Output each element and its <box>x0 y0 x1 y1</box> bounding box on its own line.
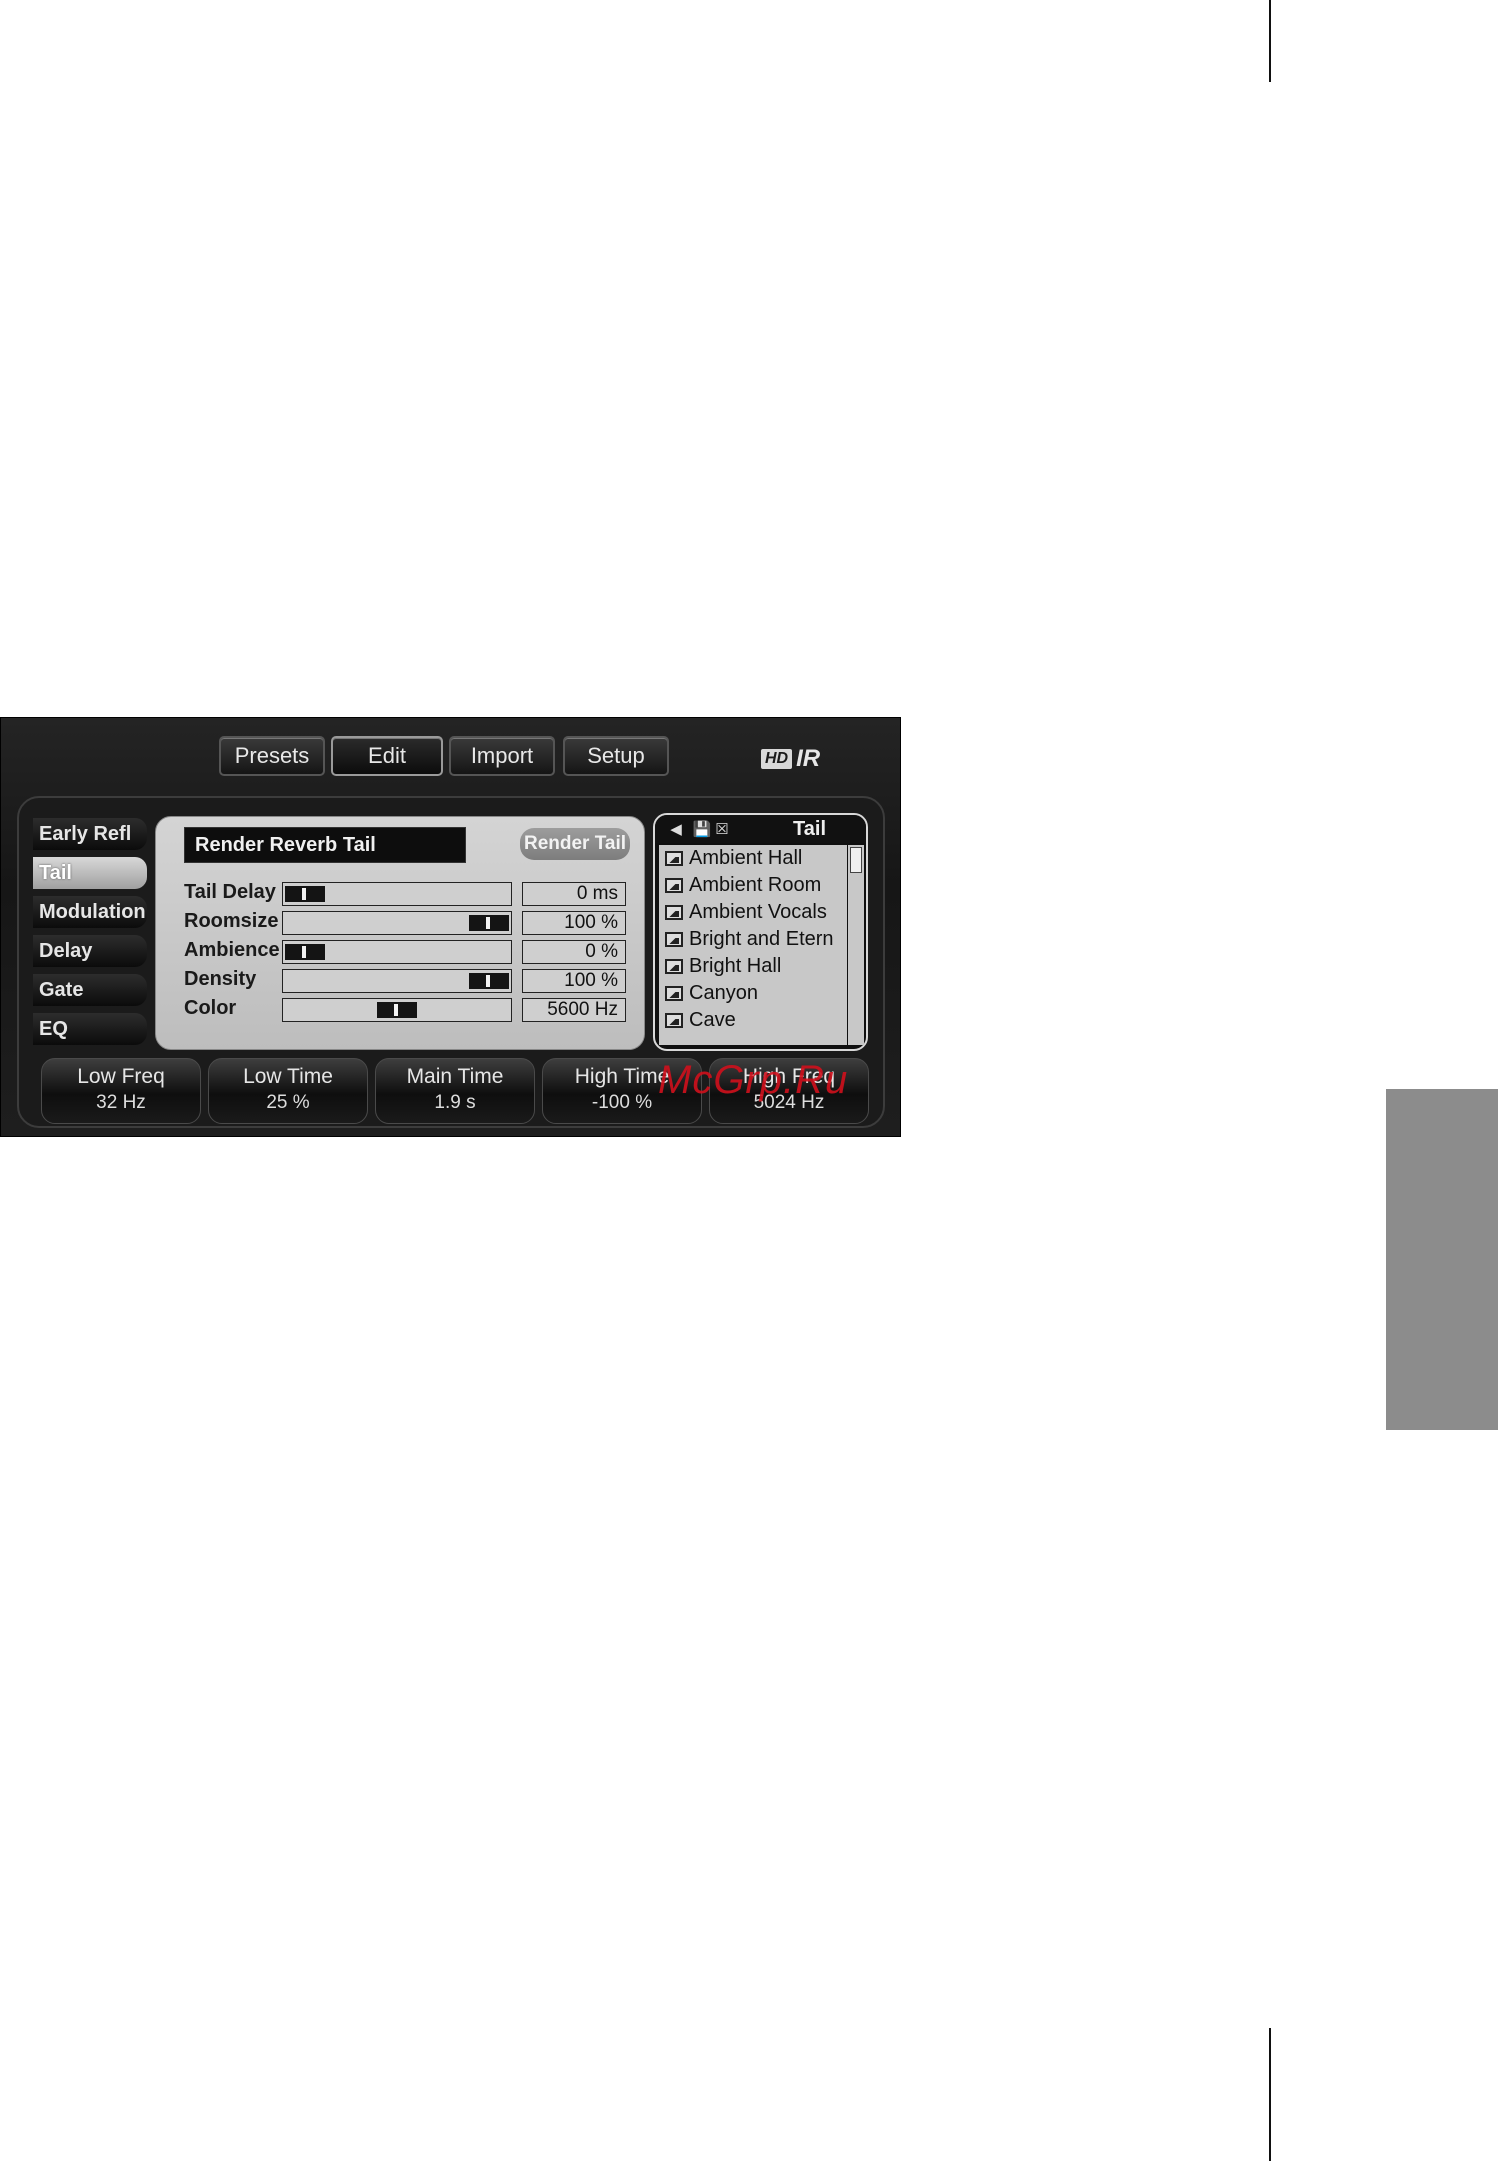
tail-parameters-panel: Render Reverb Tail Render Tail Tail Dela… <box>155 816 645 1050</box>
list-item[interactable]: Cave <box>659 1007 847 1034</box>
slider-handle[interactable] <box>469 973 509 989</box>
sidebar-item-eq[interactable]: EQ <box>33 1013 147 1045</box>
knob-label: Main Time <box>406 1065 504 1088</box>
preset-file-icon <box>665 1013 683 1028</box>
sidebar-item-delay[interactable]: Delay <box>33 935 147 967</box>
list-item[interactable]: Bright Hall <box>659 953 847 980</box>
slider-handle[interactable] <box>285 944 325 960</box>
logo-ir: IR <box>796 745 821 772</box>
scrollbar-thumb[interactable] <box>850 847 862 873</box>
preset-browser: ◀ 💾 ☒ Tail Ambient Hall Ambient Room Amb… <box>653 813 868 1051</box>
edit-button[interactable]: Edit <box>331 736 443 776</box>
sidebar-item-modulation[interactable]: Modulation <box>33 896 147 928</box>
watermark-text: McGrp.Ru <box>658 1058 849 1102</box>
knob-low-freq[interactable]: Low Freq 32 Hz <box>41 1058 201 1124</box>
page-thumb-tab <box>1386 1089 1498 1430</box>
value-density[interactable]: 100 % <box>522 969 626 993</box>
preset-file-icon <box>665 959 683 974</box>
preset-file-icon <box>665 986 683 1001</box>
sidebar-item-tail[interactable]: Tail <box>33 857 147 889</box>
back-icon[interactable]: ◀ <box>667 820 685 838</box>
preset-scrollbar[interactable] <box>848 845 864 1045</box>
knob-value: 25 % <box>266 1092 310 1113</box>
render-tail-button[interactable]: Render Tail <box>520 828 630 860</box>
list-item[interactable]: Canyon <box>659 980 847 1007</box>
slider-color[interactable] <box>282 998 512 1022</box>
knob-low-time[interactable]: Low Time 25 % <box>208 1058 368 1124</box>
list-item[interactable]: Ambient Vocals <box>659 899 847 926</box>
close-icon[interactable]: ☒ <box>713 820 731 838</box>
slider-tail-delay[interactable] <box>282 882 512 906</box>
preset-file-icon <box>665 851 683 866</box>
crop-mark-top <box>1269 0 1271 82</box>
hdir-logo: HD IR <box>761 746 820 772</box>
knob-label: Low Time <box>243 1065 333 1088</box>
value-roomsize[interactable]: 100 % <box>522 911 626 935</box>
param-label-color: Color <box>184 997 237 1019</box>
knob-value: 32 Hz <box>96 1092 146 1113</box>
knob-main-time[interactable]: Main Time 1.9 s <box>375 1058 535 1124</box>
list-item[interactable]: Ambient Room <box>659 872 847 899</box>
value-tail-delay[interactable]: 0 ms <box>522 882 626 906</box>
preset-file-icon <box>665 905 683 920</box>
setup-button[interactable]: Setup <box>563 736 669 776</box>
slider-ambience[interactable] <box>282 940 512 964</box>
value-color[interactable]: 5600 Hz <box>522 998 626 1022</box>
value-ambience[interactable]: 0 % <box>522 940 626 964</box>
slider-handle[interactable] <box>469 915 509 931</box>
knob-label: Low Freq <box>77 1065 165 1088</box>
slider-handle[interactable] <box>285 886 325 902</box>
param-label-density: Density <box>184 968 257 990</box>
list-item[interactable]: Bright and Etern <box>659 926 847 953</box>
slider-roomsize[interactable] <box>282 911 512 935</box>
param-label-tail-delay: Tail Delay <box>184 881 276 903</box>
slider-handle[interactable] <box>377 1002 417 1018</box>
render-reverb-tail-label: Render Reverb Tail <box>184 827 466 863</box>
presets-button[interactable]: Presets <box>219 736 325 776</box>
param-label-ambience: Ambience <box>184 939 280 961</box>
slider-density[interactable] <box>282 969 512 993</box>
crop-mark-bottom <box>1269 2028 1271 2161</box>
preset-browser-title: Tail <box>793 817 826 840</box>
list-item[interactable]: Ambient Hall <box>659 845 847 872</box>
sidebar-item-early-refl[interactable]: Early Refl <box>33 818 147 850</box>
logo-hd: HD <box>761 749 793 769</box>
preset-file-icon <box>665 932 683 947</box>
preset-list: Ambient Hall Ambient Room Ambient Vocals… <box>659 845 847 1045</box>
preset-browser-header: ◀ 💾 ☒ Tail <box>655 815 866 843</box>
knob-value: 1.9 s <box>434 1092 476 1113</box>
save-icon[interactable]: 💾 <box>693 820 712 838</box>
import-button[interactable]: Import <box>449 736 555 776</box>
sidebar-item-gate[interactable]: Gate <box>33 974 147 1006</box>
param-label-roomsize: Roomsize <box>184 910 279 932</box>
preset-file-icon <box>665 878 683 893</box>
